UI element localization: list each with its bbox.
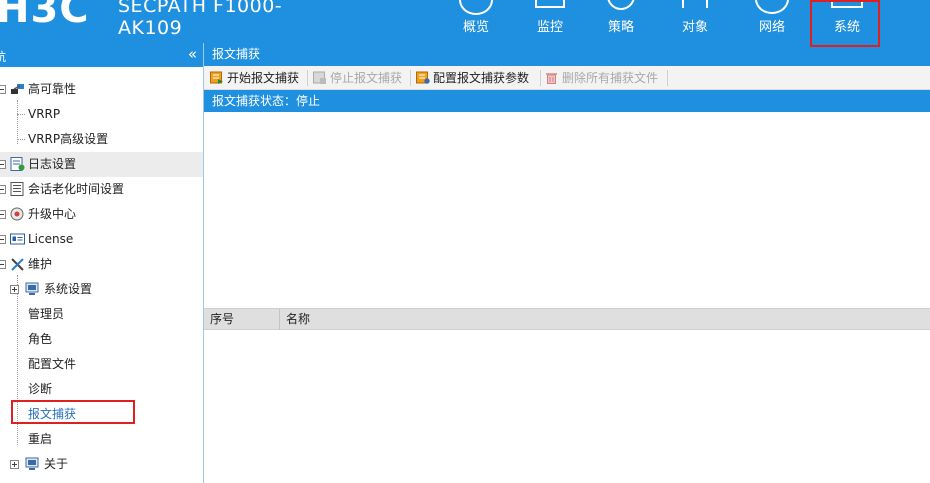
network-icon — [755, 0, 789, 14]
collapse-toggle-icon[interactable] — [0, 235, 6, 244]
capture-status-bar: 报文捕获状态：停止 — [204, 90, 930, 112]
tree-item-label: 会话老化时间设置 — [28, 182, 125, 196]
delete-all-capture-files-button[interactable]: 删除所有捕获文件 — [543, 69, 658, 87]
nav-policy[interactable]: 策略 — [591, 0, 651, 43]
tree-item-label: 升级中心 — [28, 207, 77, 221]
start-capture-icon — [210, 71, 223, 84]
collapse-toggle-icon[interactable] — [0, 185, 6, 194]
tree-item-label: 关于 — [44, 457, 69, 471]
capture-files-grid-header: 序号 名称 — [204, 308, 930, 330]
license-icon — [10, 233, 25, 245]
tree-item-label: 重启 — [28, 432, 53, 446]
tree-item-upgrade-center[interactable]: 升级中心 — [0, 202, 203, 227]
toolbar-divider — [410, 70, 411, 86]
tree-item-label: 角色 — [28, 332, 53, 346]
top-header: H3C SECPATH F1000- AK109 概览 监控 策略 对象 网络 … — [0, 0, 930, 43]
start-capture-button[interactable]: 开始报文捕获 — [208, 69, 299, 87]
nav-network[interactable]: 网络 — [742, 0, 802, 43]
policy-icon — [607, 0, 635, 10]
nav-policy-label: 策略 — [607, 20, 634, 35]
tree-item-label: 维护 — [28, 257, 53, 271]
expand-toggle-icon[interactable] — [10, 285, 19, 294]
column-header-sequence[interactable]: 序号 — [204, 309, 280, 330]
tree-item-administrator[interactable]: 管理员 — [0, 302, 203, 327]
tree-item-label: VRRP高级设置 — [28, 132, 109, 146]
column-header-name[interactable]: 名称 — [280, 309, 480, 330]
configure-capture-icon — [416, 71, 430, 84]
monitor-icon — [535, 0, 565, 8]
main-panel: 报文捕获 开始报文捕获 停止报文捕获 配置报文捕获参数 删除所有捕获文件 报文捕… — [204, 43, 930, 483]
collapse-toggle-icon[interactable] — [0, 85, 6, 94]
nav-overview[interactable]: 概览 — [446, 0, 506, 43]
tree-item-session-aging[interactable]: 会话老化时间设置 — [0, 177, 203, 202]
toolbar-divider — [667, 70, 668, 86]
toolbar-divider — [307, 70, 308, 86]
start-capture-label: 开始报文捕获 — [227, 71, 300, 85]
capture-status-label: 报文捕获状态： — [212, 94, 297, 108]
tree-item-maintenance[interactable]: 维护 — [0, 252, 203, 277]
toolbar-divider — [540, 70, 541, 86]
configure-capture-label: 配置报文捕获参数 — [433, 71, 530, 85]
tree-item-system-settings[interactable]: 系统设置 — [0, 277, 203, 302]
collapse-sidebar-icon[interactable]: « — [188, 45, 197, 63]
session-icon — [10, 182, 24, 196]
tree-item-vrrp-advanced[interactable]: VRRP高级设置 — [0, 127, 203, 152]
expand-toggle-icon[interactable] — [10, 460, 19, 469]
tree-item-high-reliability[interactable]: 高可靠性 — [0, 77, 203, 102]
upgrade-icon — [10, 207, 24, 221]
stop-capture-icon — [313, 71, 326, 84]
nav-overview-label: 概览 — [462, 20, 489, 35]
product-name: SECPATH F1000- AK109 — [118, 0, 282, 39]
stop-capture-label: 停止报文捕获 — [330, 71, 403, 85]
nav-monitor[interactable]: 监控 — [520, 0, 580, 43]
delete-all-capture-files-label: 删除所有捕获文件 — [562, 71, 659, 85]
product-name-line1: SECPATH F1000- — [118, 0, 283, 17]
tree-item-label: License — [28, 232, 74, 246]
tree-item-diagnosis[interactable]: 诊断 — [0, 377, 203, 402]
settings-icon — [25, 282, 39, 295]
object-icon — [682, 0, 708, 8]
nav-system-highlight-box — [810, 0, 880, 47]
tree-item-label: 高可靠性 — [28, 82, 77, 96]
stop-capture-button[interactable]: 停止报文捕获 — [311, 69, 402, 87]
nav-object[interactable]: 对象 — [665, 0, 725, 43]
maintenance-icon — [11, 258, 24, 271]
tree-item-config-file[interactable]: 配置文件 — [0, 352, 203, 377]
tree-item-role[interactable]: 角色 — [0, 327, 203, 352]
delete-files-icon — [546, 73, 557, 84]
tree-item-label: 系统设置 — [44, 282, 93, 296]
tree-item-about[interactable]: 关于 — [0, 452, 203, 477]
h3c-logo: H3C — [0, 0, 90, 32]
collapse-toggle-icon[interactable] — [0, 160, 6, 169]
tree-item-label: 诊断 — [28, 382, 53, 396]
sidebar-header: 航 « — [0, 43, 203, 67]
configure-capture-button[interactable]: 配置报文捕获参数 — [414, 69, 529, 87]
nav-monitor-label: 监控 — [536, 20, 563, 35]
tree-item-vrrp[interactable]: VRRP — [0, 102, 203, 127]
tree-item-label: VRRP — [28, 107, 61, 121]
tree-item-reboot[interactable]: 重启 — [0, 427, 203, 452]
nav-object-label: 对象 — [681, 20, 708, 35]
about-icon — [25, 457, 39, 470]
toolbar: 开始报文捕获 停止报文捕获 配置报文捕获参数 删除所有捕获文件 — [204, 66, 930, 90]
tree-item-label: 管理员 — [28, 307, 65, 321]
collapse-toggle-icon[interactable] — [0, 260, 6, 269]
collapse-toggle-icon[interactable] — [0, 210, 6, 219]
product-name-line2: AK109 — [118, 17, 183, 39]
log-icon — [10, 157, 25, 171]
tree-item-label: 配置文件 — [28, 357, 77, 371]
packet-capture-highlight-box — [11, 400, 135, 424]
nav-network-label: 网络 — [758, 20, 785, 35]
overview-icon — [459, 0, 493, 15]
reliability-icon — [11, 84, 24, 94]
sidebar-title: 航 — [0, 50, 7, 64]
tree-item-license[interactable]: License — [0, 227, 203, 252]
tree-item-log-settings[interactable]: 日志设置 — [0, 152, 203, 177]
capture-status-value: 停止 — [296, 94, 321, 108]
tree-item-label: 日志设置 — [28, 157, 77, 171]
